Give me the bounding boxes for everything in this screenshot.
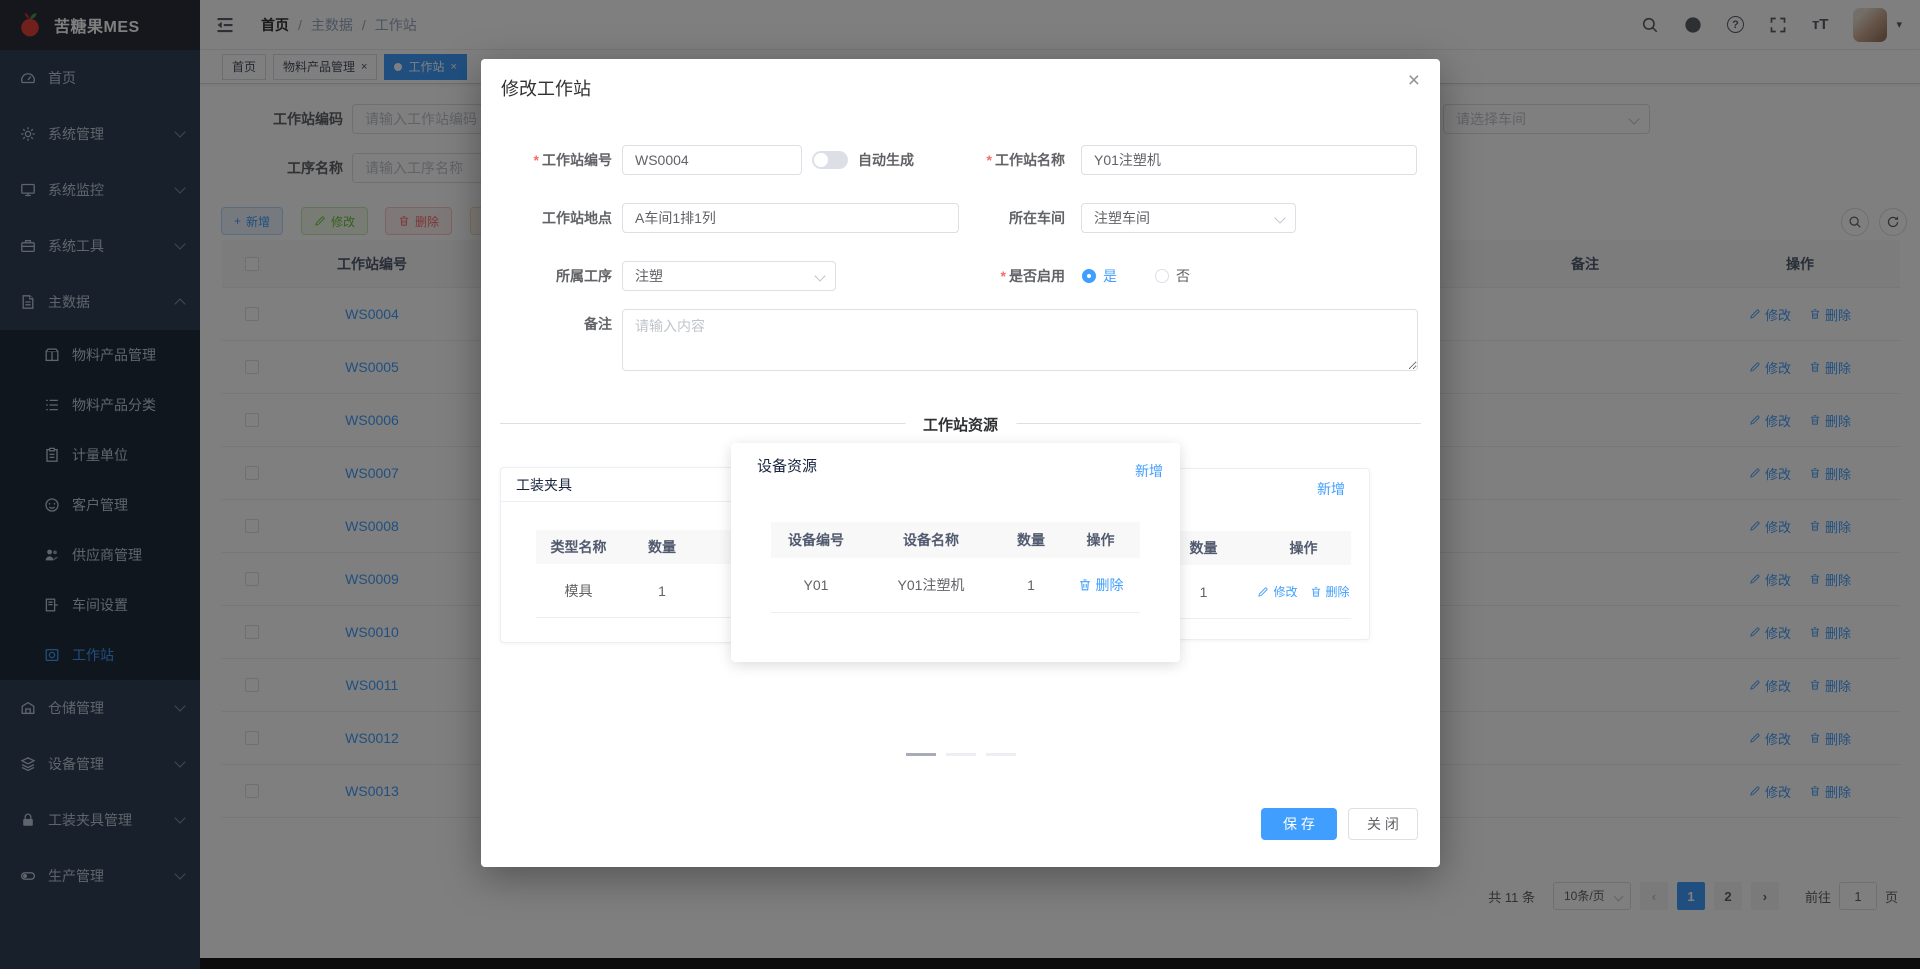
device-header-action: 操作 [1086,532,1115,548]
workshop-select-value: 注塑车间 [1094,210,1150,226]
section-divider-title: 工作站资源 [904,414,1017,435]
edit-icon [1258,586,1269,597]
station-code-label: * 工作站编号 [533,152,612,168]
app-root: 苦糖果MES 首页 系统管理 系统监控 系统工具 [0,0,1920,969]
carousel-indicator-3[interactable] [985,753,1016,756]
workshop-select[interactable]: 注塑车间 [1081,203,1296,233]
trash-icon [1079,579,1090,591]
carousel-indicator-1[interactable] [905,753,936,756]
auto-generate-toggle[interactable] [812,151,848,169]
station-location-label: 工作站地点 [542,210,612,226]
enabled-label: * 是否启用 [1000,268,1065,284]
device-name-cell: Y01注塑机 [897,577,965,593]
station-code-field[interactable] [622,145,802,175]
radio-dot [1155,269,1169,283]
close-icon[interactable]: × [1408,69,1420,93]
device-add-link[interactable]: 新增 [1135,461,1163,481]
fixture-qty-cell: 1 [658,582,666,599]
device-table-header: 设备编号 设备名称 数量 操作 [771,522,1140,558]
fixture-type-cell: 模具 [564,582,593,599]
fixture-header-type: 类型名称 [550,539,607,555]
station-name-field[interactable] [1081,145,1417,175]
fixture-header-qty: 数量 [648,539,676,555]
save-button[interactable]: 保 存 [1261,808,1337,840]
device-header-qty: 数量 [1017,532,1045,548]
device-resource-card: 设备资源 新增 设备编号 设备名称 数量 操作 Y01 Y01注塑机 1 删除 [731,443,1180,662]
trash-icon [1310,586,1321,597]
modal-title: 修改工作站 [501,79,591,99]
enabled-no-radio[interactable]: 否 [1155,266,1190,286]
device-header-code: 设备编号 [788,532,844,548]
enabled-radio-group: 是 否 [1082,261,1190,291]
process-select[interactable]: 注塑 [622,261,836,291]
radio-dot [1082,269,1096,283]
right-card-header-action: 操作 [1289,540,1318,556]
station-name-label: * 工作站名称 [986,152,1065,168]
edit-workstation-modal: 修改工作站 × *工作站编号 自动生成 *工作站名称 工作站地点 所在车间 注塑… [481,59,1440,867]
right-card-edit-link[interactable]: 修改 [1257,583,1298,600]
workshop-label: 所在车间 [1009,210,1065,226]
carousel-indicator-2[interactable] [945,753,976,756]
carousel-indicators [905,753,1016,756]
right-card-add-link[interactable]: 新增 [1317,479,1345,499]
required-mark: * [986,152,992,168]
remark-label: 备注 [584,316,612,332]
device-delete-link[interactable]: 删除 [1078,575,1124,595]
required-mark: * [533,152,539,168]
modal-close-button[interactable]: 关 闭 [1348,808,1418,840]
device-qty-cell: 1 [1027,577,1035,593]
device-code-cell: Y01 [803,577,829,593]
enabled-yes-radio[interactable]: 是 [1082,266,1117,286]
process-select-value: 注塑 [635,268,663,284]
right-card-delete-link[interactable]: 删除 [1310,583,1350,600]
required-mark: * [1000,268,1006,284]
process-label: 所属工序 [556,268,612,284]
device-card-title: 设备资源 [757,458,818,475]
remark-textarea[interactable] [622,309,1418,371]
device-table: 设备编号 设备名称 数量 操作 Y01 Y01注塑机 1 删除 [771,522,1140,613]
device-table-row: Y01 Y01注塑机 1 删除 [771,558,1140,613]
device-header-name: 设备名称 [903,532,959,548]
